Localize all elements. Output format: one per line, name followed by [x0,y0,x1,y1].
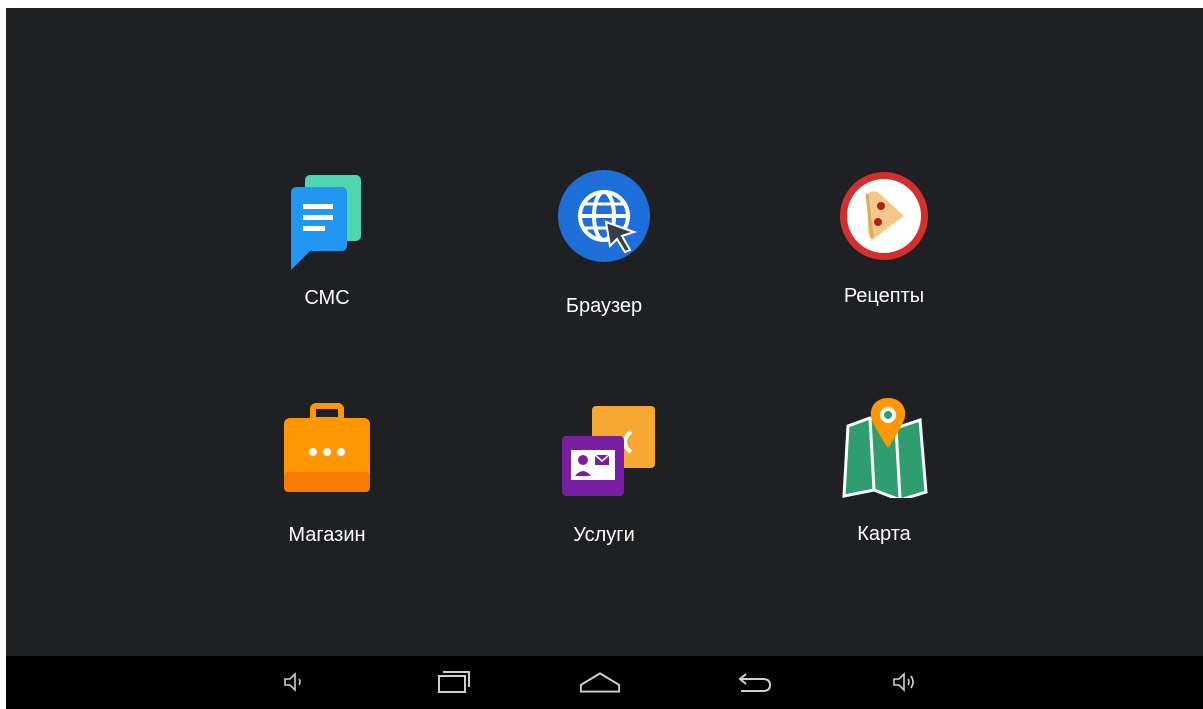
volume-down-button[interactable] [273,664,317,700]
app-sms[interactable]: СМС [237,170,417,315]
navigation-bar [6,656,1203,709]
volume-up-icon [893,672,914,692]
app-label: Магазин [288,524,366,546]
home-button[interactable] [578,664,622,700]
home-screen: СМС Браузер Рецепты Магазин Услуги Карта [6,8,1203,656]
volume-up-button[interactable] [883,664,927,700]
back-button[interactable] [731,664,775,700]
app-label: Рецепты [843,285,925,307]
app-label: Услуги [573,524,635,546]
app-services[interactable]: Услуги [514,398,694,546]
app-label: СМС [304,287,350,309]
briefcase-icon [237,398,417,498]
app-map[interactable]: Карта [794,398,974,545]
volume-down-icon [284,672,301,692]
home-icon [579,672,621,693]
app-label: Карта [857,523,911,545]
recent-apps-button[interactable] [433,664,477,700]
app-shop[interactable]: Магазин [237,398,417,546]
chat-icon [237,170,417,270]
recent-apps-icon [438,671,470,693]
map-pin-icon [794,398,974,498]
app-label: Браузер [565,295,643,317]
app-browser[interactable]: Браузер [514,170,694,317]
globe-cursor-icon [514,170,694,270]
back-icon [738,673,772,692]
pizza-icon [794,170,974,270]
app-recipes[interactable]: Рецепты [794,170,974,315]
contact-cards-icon [514,398,694,498]
